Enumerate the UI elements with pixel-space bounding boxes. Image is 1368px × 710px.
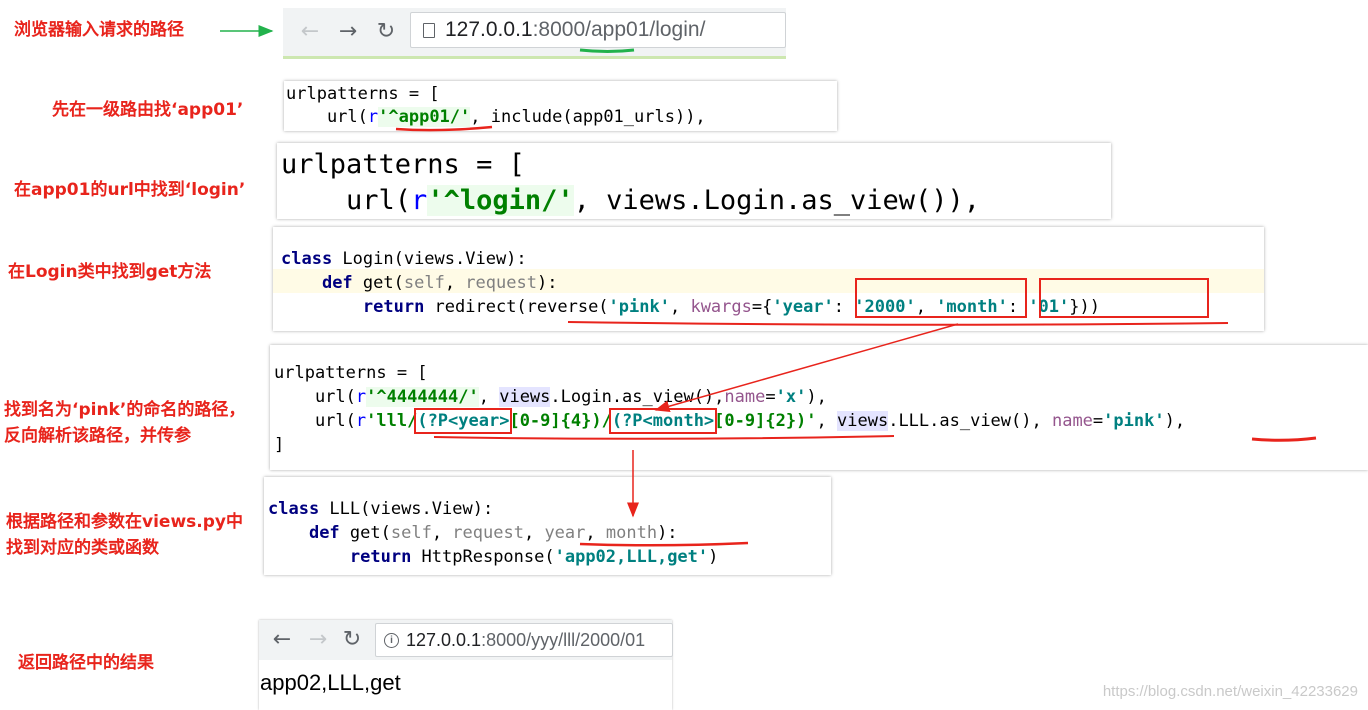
year-group-box: (?P<year> [414,408,513,434]
info-icon: i [384,632,399,648]
url-host: 127.0.0.1 [406,629,482,650]
step5-label-line1: 找到名为‘pink’的命名的路径， [4,400,246,420]
step2-label: 先在一级路由找‘app01’ [52,100,244,120]
url-host: 127.0.0.1 [445,18,533,41]
arrow-left-icon[interactable]: ← [269,626,295,652]
reload-icon[interactable]: ↻ [339,626,365,652]
arrow-right-icon[interactable]: → [335,18,361,44]
code-panel-app01-urls: urlpatterns = [ url(r'^login/', views.Lo… [277,143,1111,219]
arrow-right-icon[interactable]: → [305,626,331,652]
code-panel-root-urls: urlpatterns = [ url(r'^app01/', include(… [284,81,837,131]
address-bar[interactable]: 127.0.0.1:8000/app01/login/ [410,12,786,48]
step6-label-line1: 根据路径和参数在views.py中 [6,512,243,532]
code-line: urlpatterns = [ url(r'^4444444/', views.… [274,363,1186,455]
step6-label-line2: 找到对应的类或函数 [6,538,159,558]
code-line: urlpatterns = [ url(r'^app01/', include(… [286,84,706,127]
page-response-text: app02,LLL,get [260,670,401,695]
arrow-left-icon[interactable]: ← [297,18,323,44]
step1-label: 浏览器输入请求的路径 [14,20,184,40]
browser-bottom-window: ← → ↻ i 127.0.0.1:8000/yyy/lll/2000/01 a… [259,620,673,710]
page-icon [423,22,435,38]
code-panel-urlpatterns: urlpatterns = [ url(r'^4444444/', views.… [270,345,1368,470]
step5-label-line2: 反向解析该路径，并传参 [4,426,191,446]
reload-icon[interactable]: ↻ [373,18,399,44]
watermark: https://blog.csdn.net/weixin_42233629 [1102,683,1358,700]
browser-bottom-toolbar: ← → ↻ i 127.0.0.1:8000/yyy/lll/2000/01 [259,620,673,660]
step3-label: 在app01的url中找到‘login’ [14,180,246,200]
code-panel-login-view: class Login(views.View): def get(self, r… [273,227,1264,331]
step7-label: 返回路径中的结果 [18,653,154,673]
code-line: class Login(views.View): def get(self, r… [281,249,1100,317]
address-bar[interactable]: i 127.0.0.1:8000/yyy/lll/2000/01 [375,623,673,657]
url-path: :8000/app01/login/ [532,18,706,41]
code-line: class LLL(views.View): def get(self, req… [268,499,719,567]
browser-top-toolbar: ← → ↻ 127.0.0.1:8000/app01/login/ [283,8,786,59]
code-panel-lll-view: class LLL(views.View): def get(self, req… [264,477,831,575]
step4-label: 在Login类中找到get方法 [8,262,212,282]
code-line: urlpatterns = [ url(r'^login/', views.Lo… [281,149,981,216]
url-path: :8000/yyy/lll/2000/01 [481,629,646,650]
month-group-box: (?P<month> [608,408,718,434]
